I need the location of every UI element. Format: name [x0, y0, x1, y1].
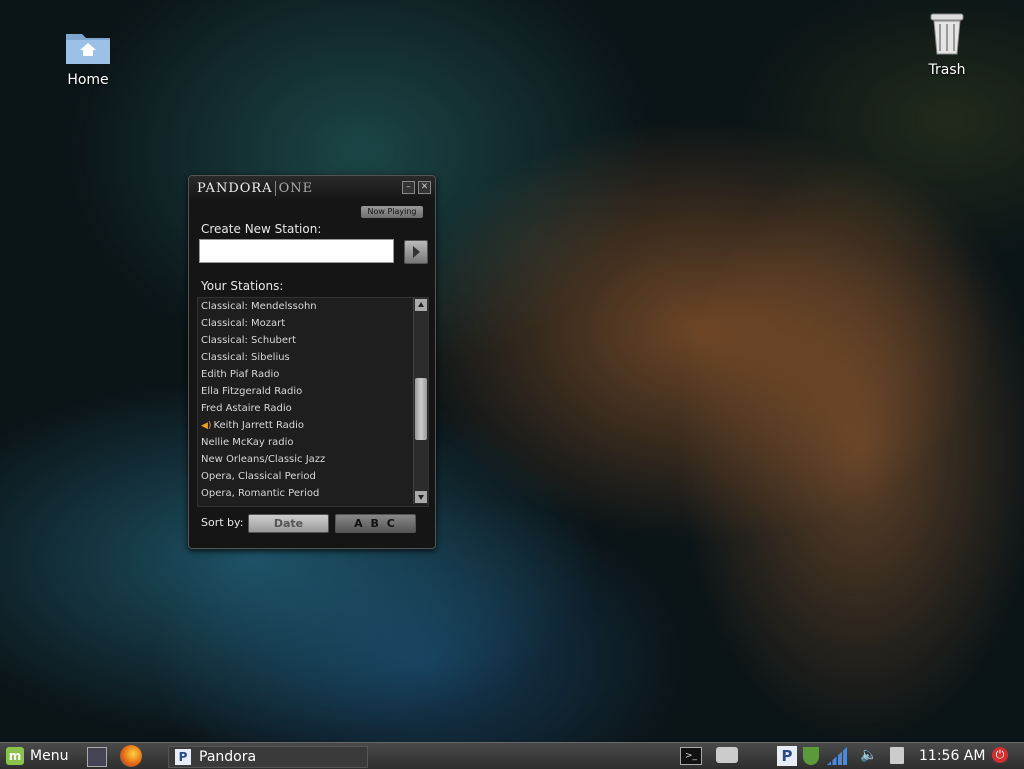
station-label: New Orleans/Classic Jazz	[201, 454, 326, 465]
volume-icon[interactable]: 🔈	[860, 747, 878, 765]
terminal-icon[interactable]: >_	[680, 747, 702, 765]
trash-tray-icon[interactable]	[890, 747, 904, 764]
station-label: Opera, Romantic Period	[201, 488, 320, 499]
station-item[interactable]: Opera, Classical Period	[201, 468, 316, 485]
station-label: Opera, Classical Period	[201, 471, 316, 482]
now-playing-button[interactable]: Now Playing	[361, 206, 423, 218]
station-label: Classical: Schubert	[201, 335, 297, 346]
station-label: Edith Piaf Radio	[201, 369, 280, 380]
station-item[interactable]: Nellie McKay radio	[201, 434, 294, 451]
shield-icon[interactable]	[803, 747, 819, 765]
pandora-tray-icon[interactable]: P	[777, 746, 797, 766]
network-signal-icon[interactable]	[827, 747, 847, 765]
minimize-button[interactable]: –	[402, 181, 415, 194]
scroll-up-icon[interactable]	[415, 299, 427, 311]
station-label: Keith Jarrett Radio	[213, 420, 305, 431]
menu-label: Menu	[30, 748, 69, 764]
desktop-icon-home[interactable]: Home	[43, 26, 133, 88]
sort-by-label: Sort by:	[201, 516, 244, 529]
station-label: Classical: Mozart	[201, 318, 286, 329]
station-list-scrollbar[interactable]	[413, 298, 428, 504]
taskbar-window-pandora[interactable]: P Pandora	[168, 746, 368, 768]
speaker-icon: ◀)	[201, 421, 212, 431]
station-item[interactable]: Opera, Romantic Period	[201, 485, 319, 502]
power-icon[interactable]: ⏻	[992, 747, 1008, 763]
station-label: Fred Astaire Radio	[201, 403, 292, 414]
station-item-playing[interactable]: ◀) Keith Jarrett Radio	[201, 417, 304, 434]
pandora-titlebar[interactable]: PANDORA ONE – ✕	[189, 176, 435, 200]
close-button[interactable]: ✕	[418, 181, 431, 194]
station-item[interactable]: Classical: Schubert	[201, 332, 296, 349]
taskbar: m Menu P Pandora >_ P 🔈 11:56 AM ⏻	[0, 742, 1024, 769]
pandora-logo: PANDORA ONE	[197, 181, 314, 196]
station-list: Classical: Mendelssohn Classical: Mozart…	[197, 297, 429, 507]
camera-icon[interactable]	[716, 747, 738, 763]
station-label: Ella Fitzgerald Radio	[201, 386, 303, 397]
station-label: Classical: Sibelius	[201, 352, 290, 363]
brand-name: PANDORA	[197, 181, 273, 196]
sort-date-button[interactable]: Date	[248, 514, 329, 533]
desktop-icon-trash[interactable]: Trash	[902, 12, 992, 78]
clock[interactable]: 11:56 AM	[919, 748, 985, 764]
station-item[interactable]: Classical: Mendelssohn	[201, 298, 317, 315]
station-item[interactable]: Edith Piaf Radio	[201, 366, 279, 383]
station-item[interactable]: New Orleans/Classic Jazz	[201, 451, 325, 468]
scroll-down-icon[interactable]	[415, 491, 427, 503]
station-item[interactable]: Classical: Sibelius	[201, 349, 290, 366]
home-folder-icon	[66, 34, 110, 64]
sort-abc-button[interactable]: A B C	[335, 514, 416, 533]
station-item[interactable]: Ella Fitzgerald Radio	[201, 383, 302, 400]
your-stations-label: Your Stations:	[201, 279, 284, 293]
station-label: Classical: Mendelssohn	[201, 301, 317, 312]
create-station-go-button[interactable]	[404, 240, 428, 264]
station-item[interactable]: Fred Astaire Radio	[201, 400, 292, 417]
pandora-app-icon: P	[175, 749, 191, 765]
mint-logo-icon: m	[6, 747, 24, 765]
close-icon: ✕	[420, 182, 429, 192]
create-station-label: Create New Station:	[201, 222, 322, 236]
minimize-icon: –	[406, 182, 411, 192]
desktop-icon-label: Trash	[928, 62, 966, 78]
station-item[interactable]: Classical: Mozart	[201, 315, 285, 332]
pandora-window: PANDORA ONE – ✕ Now Playing Create New St…	[188, 175, 436, 549]
station-label: Nellie McKay radio	[201, 437, 294, 448]
scroll-thumb[interactable]	[415, 378, 427, 440]
trash-icon	[930, 13, 964, 55]
desktop-icon-label: Home	[67, 72, 109, 88]
brand-suffix: ONE	[274, 181, 314, 196]
taskbar-window-label: Pandora	[199, 749, 257, 765]
firefox-icon[interactable]	[120, 745, 142, 767]
create-station-input[interactable]	[199, 239, 394, 263]
menu-button[interactable]: m Menu	[6, 746, 68, 766]
show-desktop-icon[interactable]	[87, 747, 107, 767]
